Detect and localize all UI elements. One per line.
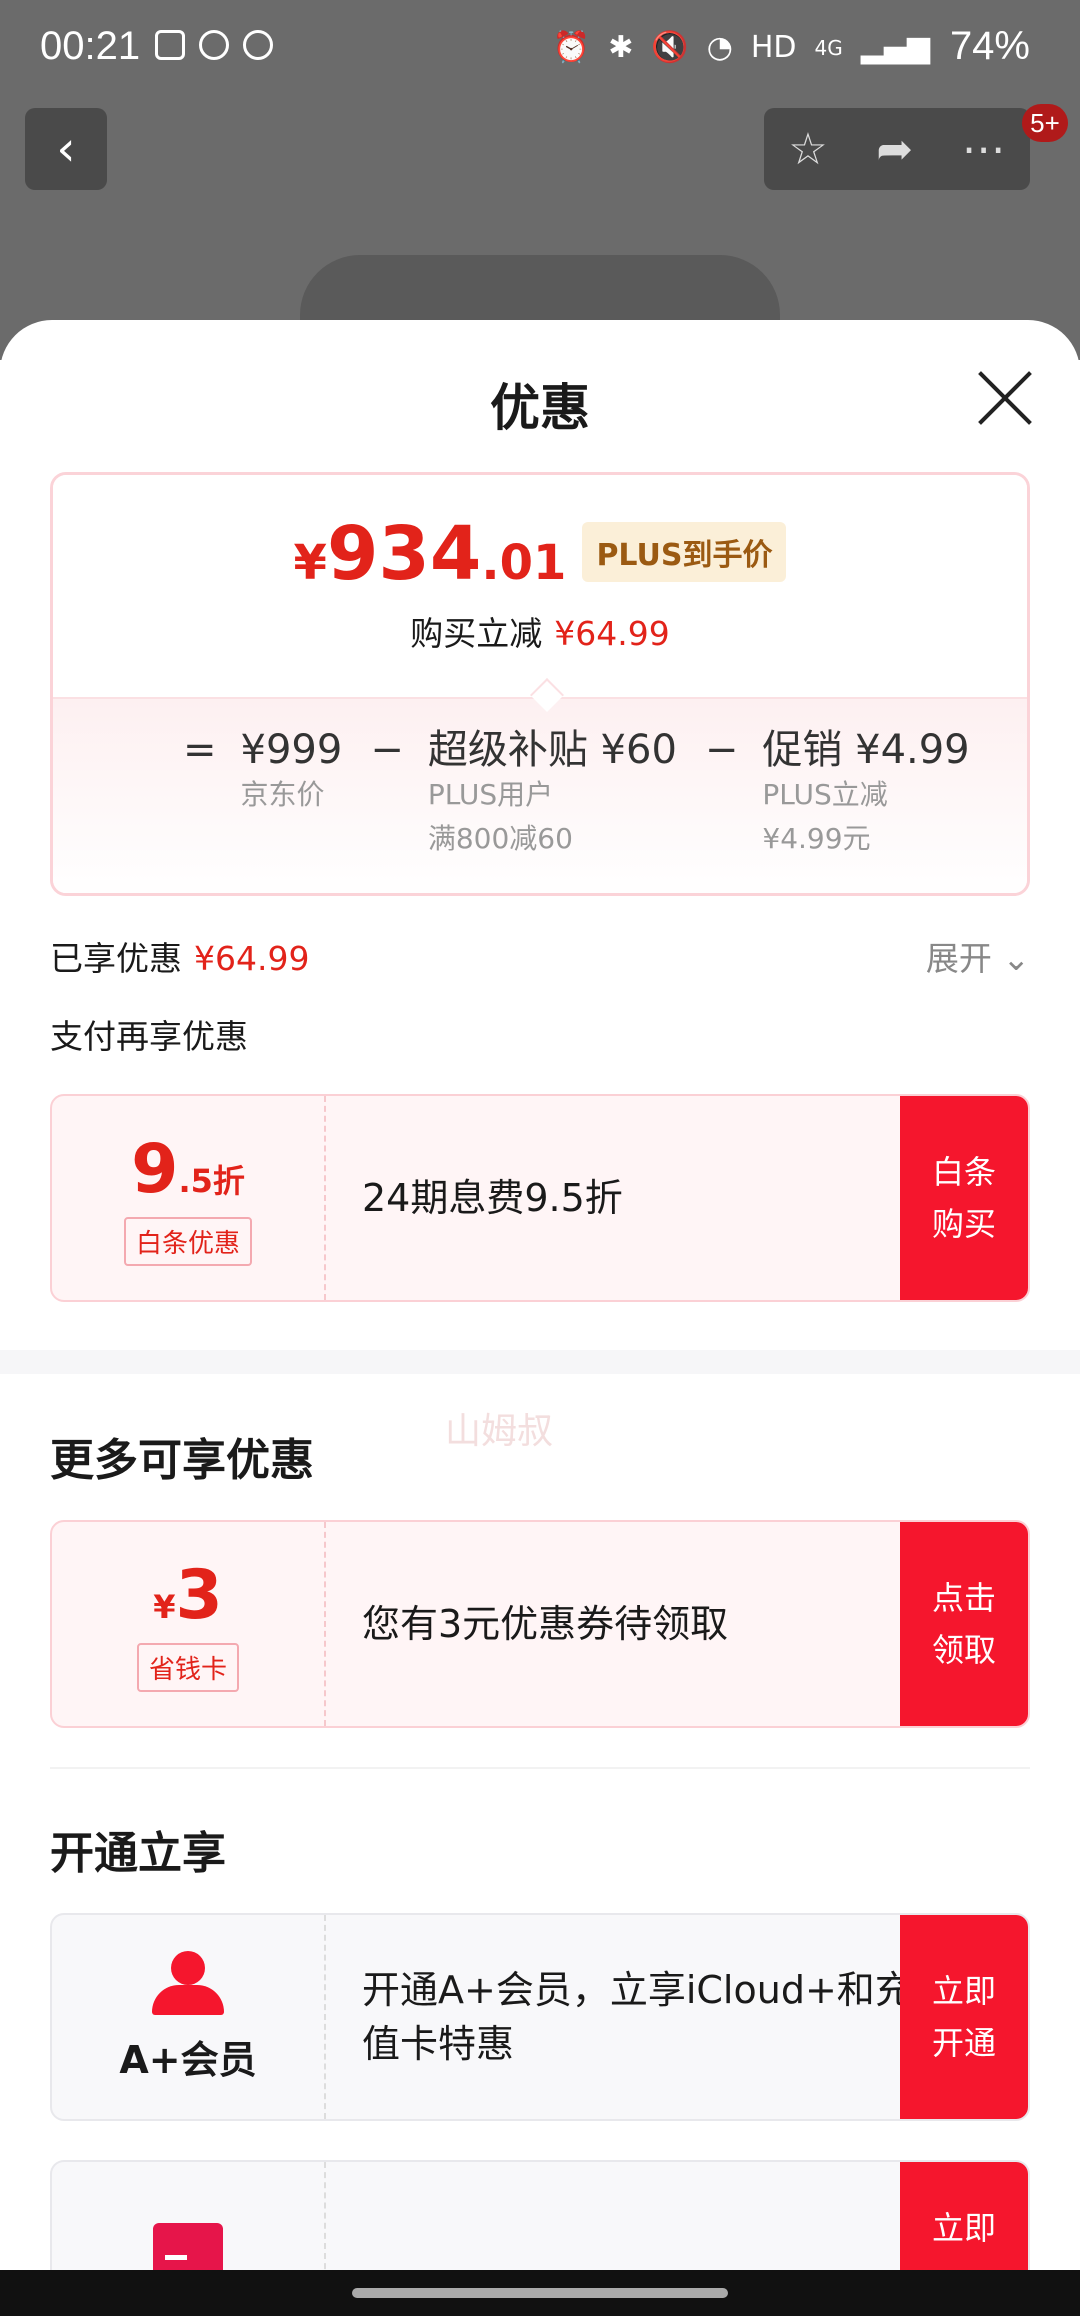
- baitiao-card: 9.5折 白条优惠 24期息费9.5折 白条购买: [50, 1094, 1030, 1302]
- home-handle[interactable]: [352, 2288, 728, 2298]
- section-divider: [0, 1350, 1080, 1374]
- wifi-icon: ◔: [706, 30, 733, 65]
- status-left-icons: [155, 30, 273, 60]
- coupon-card: ¥3 省钱卡 您有3元优惠券待领取 点击领取: [50, 1520, 1030, 1728]
- battery-percent: 74%: [949, 24, 1030, 68]
- status-time: 00:21: [40, 24, 141, 68]
- formula-value: 促销 ¥4.99: [762, 727, 970, 773]
- reduce-line: 购买立减 ¥64.99: [53, 607, 1027, 655]
- formula-label: PLUS用户: [427, 778, 554, 811]
- price-decimal: .01: [481, 535, 567, 591]
- coupon-tag: 省钱卡: [136, 1643, 239, 1692]
- close-icon[interactable]: [975, 368, 1035, 428]
- formula-row: = ¥999 京东价 − 超级补贴 ¥60 PLUS用户 满800减60 − 促…: [183, 727, 998, 861]
- back-icon: ‹: [56, 121, 76, 177]
- coupon-amount: ¥3: [153, 1556, 223, 1635]
- coupon-big: 3: [175, 1556, 223, 1635]
- formula-item: 促销 ¥4.99 PLUS立减 ¥4.99元: [762, 727, 969, 861]
- formula-label: 京东价: [240, 778, 325, 811]
- formula-value: 超级补贴 ¥60: [427, 727, 677, 773]
- aplus-name: A+会员: [119, 2037, 257, 2082]
- dnd-icon: [199, 30, 229, 60]
- toolbar: ☆ ➦ ⋯: [764, 108, 1030, 190]
- plus-price-tag: PLUS到手价: [582, 522, 787, 582]
- minus-sign: −: [704, 727, 739, 773]
- claim-coupon-button[interactable]: 点击领取: [900, 1522, 1028, 1726]
- minus-sign: −: [370, 727, 404, 773]
- price-summary: ¥ 934 .01 PLUS到手价 购买立减 ¥64.99: [53, 475, 1027, 697]
- sheet-title: 优惠: [490, 379, 590, 437]
- aplus-card: A+会员 开通A+会员，立享iCloud+和充值卡特惠 立即开通: [50, 1913, 1030, 2121]
- network-gen: 4G: [814, 35, 843, 60]
- final-price: ¥ 934 .01 PLUS到手价: [53, 511, 1027, 597]
- enjoyed-label: 已享优惠: [50, 939, 182, 978]
- price-integer: 934: [326, 511, 482, 597]
- share-icon[interactable]: ➦: [876, 124, 913, 175]
- baitiao-left: 9.5折 白条优惠: [52, 1096, 326, 1300]
- price-formula: = ¥999 京东价 − 超级补贴 ¥60 PLUS用户 满800减60 − 促…: [53, 697, 1027, 893]
- message-badge: 5+: [1022, 104, 1068, 142]
- rate-big: 9: [131, 1130, 179, 1209]
- baitiao-tag: 白条优惠: [123, 1217, 252, 1266]
- enjoyed-discount: 已享优惠 ¥64.99: [50, 932, 309, 980]
- formula-sublabel: ¥4.99元: [762, 822, 871, 855]
- expand-label: 展开: [925, 939, 992, 978]
- back-button[interactable]: ‹: [25, 108, 107, 190]
- equals-sign: =: [183, 727, 217, 773]
- discount-sheet: 优惠 ¥ 934 .01 PLUS到手价 购买立减 ¥64.99 = ¥999 京…: [0, 320, 1080, 2316]
- user-icon: [152, 1950, 224, 2015]
- formula-item: 超级补贴 ¥60 PLUS用户 满800减60: [428, 727, 677, 861]
- reduce-label: 购买立减: [410, 614, 543, 653]
- formula-label: PLUS立减: [762, 778, 888, 811]
- enjoyed-value: ¥64.99: [194, 939, 310, 978]
- more-icon[interactable]: ⋯: [962, 124, 1006, 175]
- price-currency: ¥: [293, 535, 327, 591]
- baitiao-rate: 9.5折: [131, 1130, 245, 1209]
- aplus-left: A+会员: [52, 1915, 326, 2119]
- mute-icon: 🔇: [651, 30, 689, 65]
- activate-title: 开通立享: [50, 1828, 226, 1879]
- pay-more-heading: 支付再享优惠: [50, 1017, 248, 1056]
- bluetooth-icon: ✱: [608, 30, 634, 65]
- formula-sublabel: 满800减60: [427, 822, 573, 855]
- activate-button[interactable]: 立即开通: [900, 1915, 1028, 2119]
- favorite-icon[interactable]: ☆: [788, 124, 827, 175]
- status-bar: 00:21 ⏰ ✱ 🔇 ◔ HD 4G ▂▄▆ 74%: [0, 0, 1080, 96]
- formula-value: ¥999: [240, 727, 343, 773]
- alarm-icon: ⏰: [552, 30, 591, 65]
- system-nav-bar: [0, 2270, 1080, 2316]
- more-offers-title: 更多可享优惠: [50, 1435, 314, 1486]
- signal-icon: ▂▄▆: [860, 30, 930, 65]
- coupon-currency: ¥: [153, 1588, 176, 1626]
- expand-button[interactable]: 展开 ⌄: [926, 932, 1030, 980]
- coupon-left: ¥3 省钱卡: [52, 1522, 326, 1726]
- formula-item: ¥999 京东价: [241, 727, 343, 861]
- status-right-icons: ⏰ ✱ 🔇 ◔ HD 4G ▂▄▆: [553, 30, 930, 65]
- location-icon: [243, 30, 273, 60]
- watermark: 山姆叔: [445, 1411, 554, 1452]
- gallery-icon: [155, 30, 185, 60]
- baitiao-buy-button[interactable]: 白条购买: [900, 1096, 1028, 1300]
- hd-label: HD: [750, 30, 797, 65]
- coupon-desc: 您有3元优惠券待领取: [362, 1602, 729, 1646]
- aplus-desc: 开通A+会员，立享iCloud+和充值卡特惠: [362, 1968, 913, 2066]
- baitiao-desc: 24期息费9.5折: [362, 1176, 623, 1220]
- divider-line: [50, 1767, 1030, 1769]
- rate-small: .5折: [178, 1162, 245, 1200]
- reduce-value: ¥64.99: [554, 614, 670, 653]
- price-card: ¥ 934 .01 PLUS到手价 购买立减 ¥64.99 = ¥999 京东价 …: [50, 472, 1030, 896]
- chevron-down-icon: ⌄: [1002, 939, 1030, 978]
